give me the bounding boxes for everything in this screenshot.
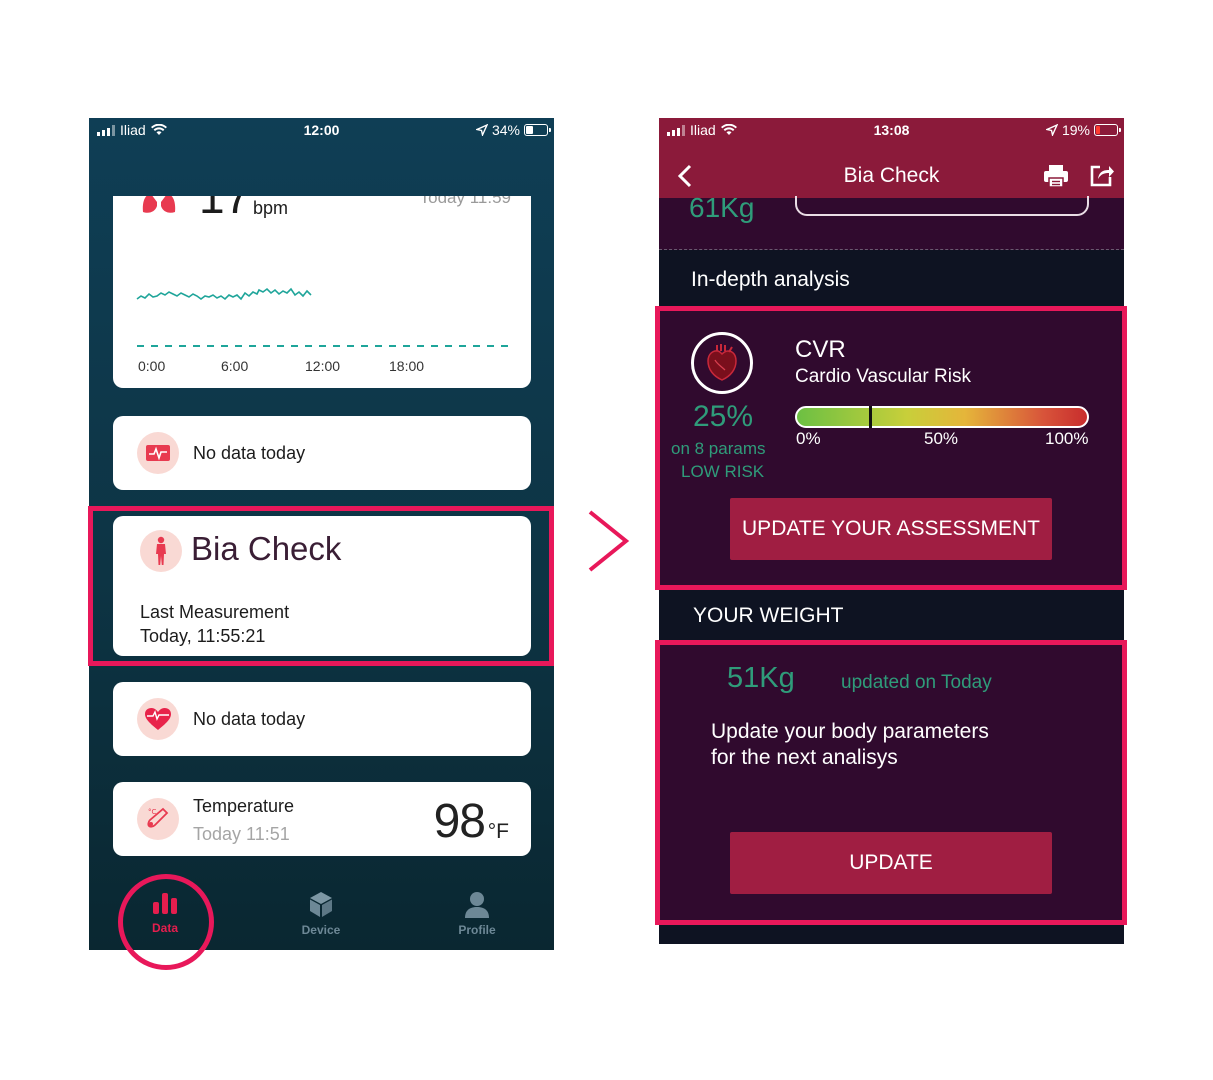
x-tick-0: 0:00 [138,358,166,374]
heart-nodata-text: No data today [193,709,306,729]
data-tab-highlight-ring [118,874,214,970]
top-gauge-outline [795,196,1089,216]
heart-icon [137,698,179,740]
x-tick-2: 12:00 [305,358,341,374]
printer-icon[interactable] [1043,164,1069,188]
bia-card-highlight [88,506,554,666]
ecg-icon [137,432,179,474]
previous-weight-value: 61Kg [689,192,755,223]
tab-profile[interactable]: Profile [417,890,537,937]
status-right: 19% [1045,122,1121,138]
x-tick-3: 18:00 [389,358,425,374]
tab-device[interactable]: Device [261,890,381,937]
temperature-value: 98 [433,795,486,848]
location-icon [1045,124,1058,136]
weight-section-highlight [655,640,1127,925]
share-icon[interactable] [1089,162,1115,188]
chevron-right-icon [588,510,630,572]
tab-profile-label: Profile [458,923,496,937]
tab-device-label: Device [301,923,341,937]
battery-icon [524,124,551,136]
battery-icon [1094,124,1121,136]
x-tick-1: 6:00 [221,358,249,374]
cvr-section-highlight [655,306,1127,590]
location-icon [475,124,488,136]
temperature-time: Today 11:51 [193,824,290,844]
thermometer-icon: °C [137,798,179,840]
person-icon [465,892,489,918]
status-bar: Iliad 13:08 19% [659,118,1124,142]
analysis-section-title: In-depth analysis [691,268,850,291]
status-right: 34% [475,122,551,138]
respiration-chart-card[interactable]: 17 bpm Today 11:59 0:00 6:00 12:00 18:00 [113,196,531,388]
section-divider [659,249,1124,250]
svg-text:°C: °C [148,808,157,816]
heart-card[interactable]: No data today [113,682,531,756]
battery-percent: 19% [1061,122,1090,138]
weight-section-title: YOUR WEIGHT [693,604,844,627]
temperature-card[interactable]: °C Temperature Today 11:51 98 °F [113,782,531,856]
battery-percent: 34% [491,122,520,138]
cube-icon [310,892,332,917]
status-bar: Iliad 12:00 34% [89,118,554,142]
ecg-card[interactable]: No data today [113,416,531,490]
temperature-unit: °F [487,820,509,843]
temperature-label: Temperature [193,796,295,816]
ecg-nodata-text: No data today [193,443,306,463]
respiration-trace [136,287,312,301]
app-header: Iliad 13:08 19% Bia Check [659,118,1124,198]
